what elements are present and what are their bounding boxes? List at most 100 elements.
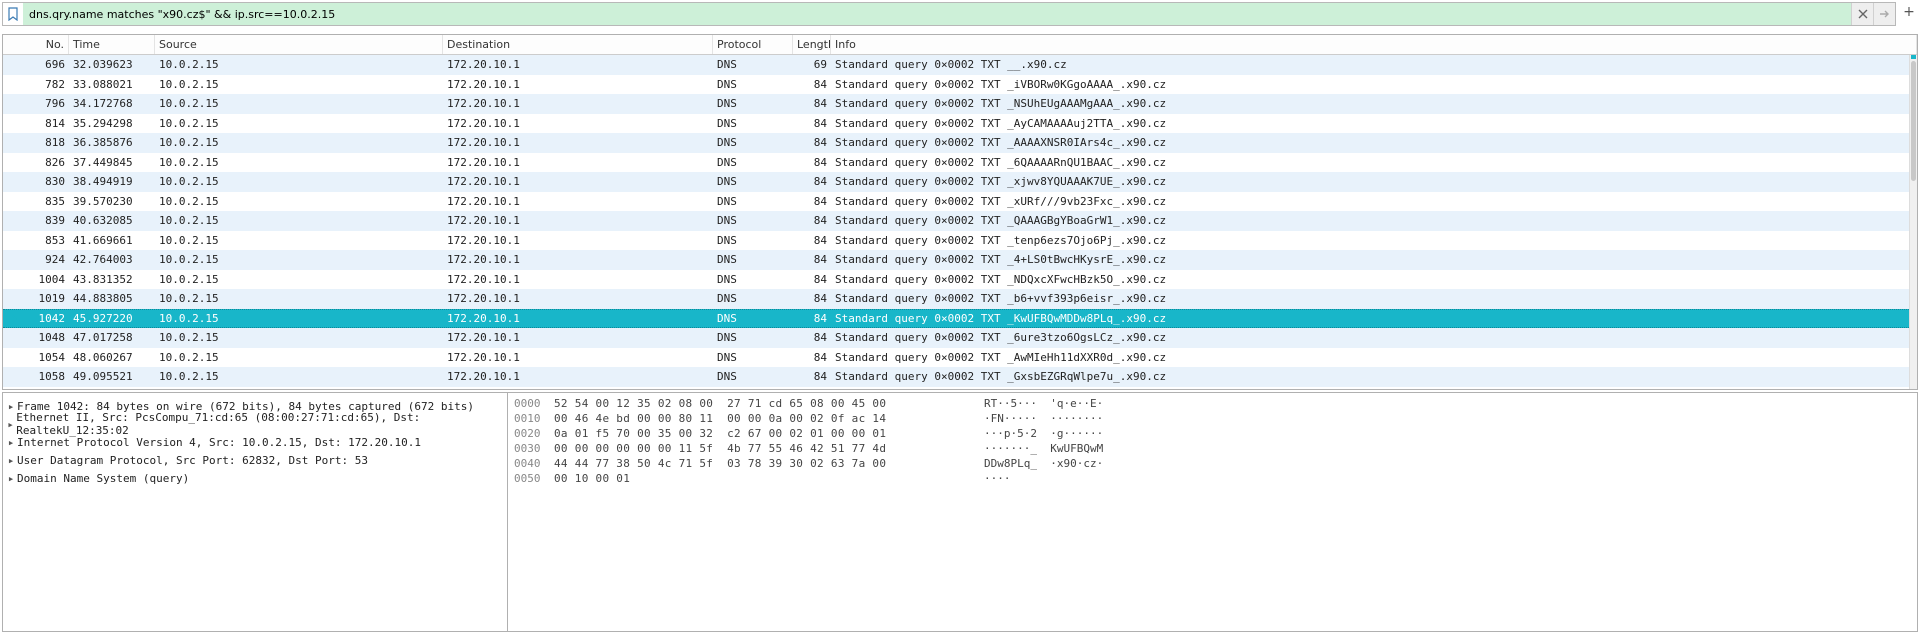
col-header-protocol[interactable]: Protocol [713, 35, 793, 54]
cell-info: Standard query 0×0002 TXT _4+LS0tBwcHKys… [831, 250, 1909, 270]
col-header-info[interactable]: Info [831, 35, 1917, 54]
cell-length: 84 [793, 192, 831, 212]
hex-row[interactable]: 005000 10 00 01···· [514, 472, 1911, 487]
cell-destination: 172.20.10.1 [443, 192, 713, 212]
packet-bytes-hex[interactable]: 000052 54 00 12 35 02 08 00 27 71 cd 65 … [508, 392, 1918, 632]
cell-time: 34.172768 [69, 94, 155, 114]
cell-length: 84 [793, 310, 831, 328]
hex-bytes: 44 44 77 38 50 4c 71 5f 03 78 39 30 02 6… [554, 457, 984, 472]
tree-item-label: Domain Name System (query) [17, 472, 189, 485]
expand-triangle-icon[interactable]: ▸ [5, 472, 17, 485]
display-filter-input[interactable] [23, 3, 1851, 25]
cell-time: 45.927220 [69, 310, 155, 328]
cell-protocol: DNS [713, 55, 793, 75]
cell-info: Standard query 0×0002 TXT _iVBORw0KGgoAA… [831, 75, 1909, 95]
tree-item[interactable]: ▸ Domain Name System (query) [5, 469, 505, 487]
col-header-no[interactable]: No. [3, 35, 69, 54]
cell-destination: 172.20.10.1 [443, 75, 713, 95]
cell-length: 84 [793, 75, 831, 95]
packet-row[interactable]: 104245.92722010.0.2.15172.20.10.1DNS84St… [3, 309, 1909, 329]
packet-row[interactable]: 105448.06026710.0.2.15172.20.10.1DNS84St… [3, 348, 1909, 368]
cell-time: 36.385876 [69, 133, 155, 153]
cell-info: Standard query 0×0002 TXT _b6+vvf393p6ei… [831, 289, 1909, 309]
scrollbar-thumb[interactable] [1911, 61, 1916, 181]
tree-item[interactable]: ▸ User Datagram Protocol, Src Port: 6283… [5, 451, 505, 469]
packet-row[interactable]: 83940.63208510.0.2.15172.20.10.1DNS84Sta… [3, 211, 1909, 231]
hex-offset: 0010 [514, 412, 554, 427]
cell-no: 814 [3, 114, 69, 134]
cell-info: Standard query 0×0002 TXT _NSUhEUgAAAMgA… [831, 94, 1909, 114]
packet-row[interactable]: 81836.38587610.0.2.15172.20.10.1DNS84Sta… [3, 133, 1909, 153]
cell-length: 84 [793, 153, 831, 173]
packet-row[interactable]: 92442.76400310.0.2.15172.20.10.1DNS84Sta… [3, 250, 1909, 270]
bookmark-icon[interactable] [3, 3, 23, 25]
hex-row[interactable]: 003000 00 00 00 00 00 11 5f 4b 77 55 46 … [514, 442, 1911, 457]
col-header-source[interactable]: Source [155, 35, 443, 54]
packet-list-scrollbar[interactable] [1909, 55, 1917, 389]
scroll-marker-icon [1911, 55, 1916, 59]
packet-row[interactable]: 104847.01725810.0.2.15172.20.10.1DNS84St… [3, 328, 1909, 348]
hex-row[interactable]: 000052 54 00 12 35 02 08 00 27 71 cd 65 … [514, 397, 1911, 412]
cell-no: 1054 [3, 348, 69, 368]
hex-row[interactable]: 004044 44 77 38 50 4c 71 5f 03 78 39 30 … [514, 457, 1911, 472]
cell-destination: 172.20.10.1 [443, 250, 713, 270]
cell-source: 10.0.2.15 [155, 348, 443, 368]
cell-no: 796 [3, 94, 69, 114]
packet-row[interactable]: 82637.44984510.0.2.15172.20.10.1DNS84Sta… [3, 153, 1909, 173]
cell-protocol: DNS [713, 153, 793, 173]
cell-destination: 172.20.10.1 [443, 133, 713, 153]
cell-source: 10.0.2.15 [155, 55, 443, 75]
packet-details-tree[interactable]: ▸ Frame 1042: 84 bytes on wire (672 bits… [2, 392, 508, 632]
expand-triangle-icon[interactable]: ▸ [5, 436, 17, 449]
cell-protocol: DNS [713, 348, 793, 368]
cell-time: 43.831352 [69, 270, 155, 290]
cell-length: 69 [793, 55, 831, 75]
col-header-destination[interactable]: Destination [443, 35, 713, 54]
apply-filter-button[interactable] [1873, 3, 1895, 25]
cell-destination: 172.20.10.1 [443, 55, 713, 75]
cell-source: 10.0.2.15 [155, 75, 443, 95]
packet-row[interactable]: 79634.17276810.0.2.15172.20.10.1DNS84Sta… [3, 94, 1909, 114]
cell-no: 830 [3, 172, 69, 192]
cell-source: 10.0.2.15 [155, 211, 443, 231]
cell-source: 10.0.2.15 [155, 367, 443, 387]
cell-no: 835 [3, 192, 69, 212]
packet-row[interactable]: 83038.49491910.0.2.15172.20.10.1DNS84Sta… [3, 172, 1909, 192]
cell-info: Standard query 0×0002 TXT _NDQxcXFwcHBzk… [831, 270, 1909, 290]
cell-time: 33.088021 [69, 75, 155, 95]
packet-row[interactable]: 105849.09552110.0.2.15172.20.10.1DNS84St… [3, 367, 1909, 387]
clear-filter-button[interactable] [1851, 3, 1873, 25]
cell-time: 42.764003 [69, 250, 155, 270]
packet-list-header: No. Time Source Destination Protocol Len… [3, 35, 1917, 55]
packet-row[interactable]: 69632.03962310.0.2.15172.20.10.1DNS69Sta… [3, 55, 1909, 75]
hex-ascii: ·FN····· ········ [984, 412, 1911, 427]
cell-source: 10.0.2.15 [155, 94, 443, 114]
cell-no: 1019 [3, 289, 69, 309]
packet-row[interactable]: 101944.88380510.0.2.15172.20.10.1DNS84St… [3, 289, 1909, 309]
packet-row[interactable]: 81435.29429810.0.2.15172.20.10.1DNS84Sta… [3, 114, 1909, 134]
packet-row[interactable]: 78233.08802110.0.2.15172.20.10.1DNS84Sta… [3, 75, 1909, 95]
packet-row[interactable]: 100443.83135210.0.2.15172.20.10.1DNS84St… [3, 270, 1909, 290]
tree-item[interactable]: ▸ Ethernet II, Src: PcsCompu_71:cd:65 (0… [5, 415, 505, 433]
cell-destination: 172.20.10.1 [443, 289, 713, 309]
cell-time: 39.570230 [69, 192, 155, 212]
cell-protocol: DNS [713, 211, 793, 231]
cell-length: 84 [793, 211, 831, 231]
col-header-time[interactable]: Time [69, 35, 155, 54]
cell-time: 41.669661 [69, 231, 155, 251]
packet-row[interactable]: 83539.57023010.0.2.15172.20.10.1DNS84Sta… [3, 192, 1909, 212]
col-header-length[interactable]: Length [793, 35, 831, 54]
cell-length: 84 [793, 231, 831, 251]
packet-row[interactable]: 85341.66966110.0.2.15172.20.10.1DNS84Sta… [3, 231, 1909, 251]
cell-time: 38.494919 [69, 172, 155, 192]
cell-length: 84 [793, 328, 831, 348]
expand-triangle-icon[interactable]: ▸ [5, 400, 17, 413]
hex-row[interactable]: 00200a 01 f5 70 00 35 00 32 c2 67 00 02 … [514, 427, 1911, 442]
cell-no: 1048 [3, 328, 69, 348]
cell-destination: 172.20.10.1 [443, 172, 713, 192]
cell-protocol: DNS [713, 367, 793, 387]
expand-triangle-icon[interactable]: ▸ [5, 454, 17, 467]
add-filter-button[interactable]: + [1898, 0, 1920, 24]
hex-row[interactable]: 001000 46 4e bd 00 00 80 11 00 00 0a 00 … [514, 412, 1911, 427]
expand-triangle-icon[interactable]: ▸ [5, 418, 16, 431]
